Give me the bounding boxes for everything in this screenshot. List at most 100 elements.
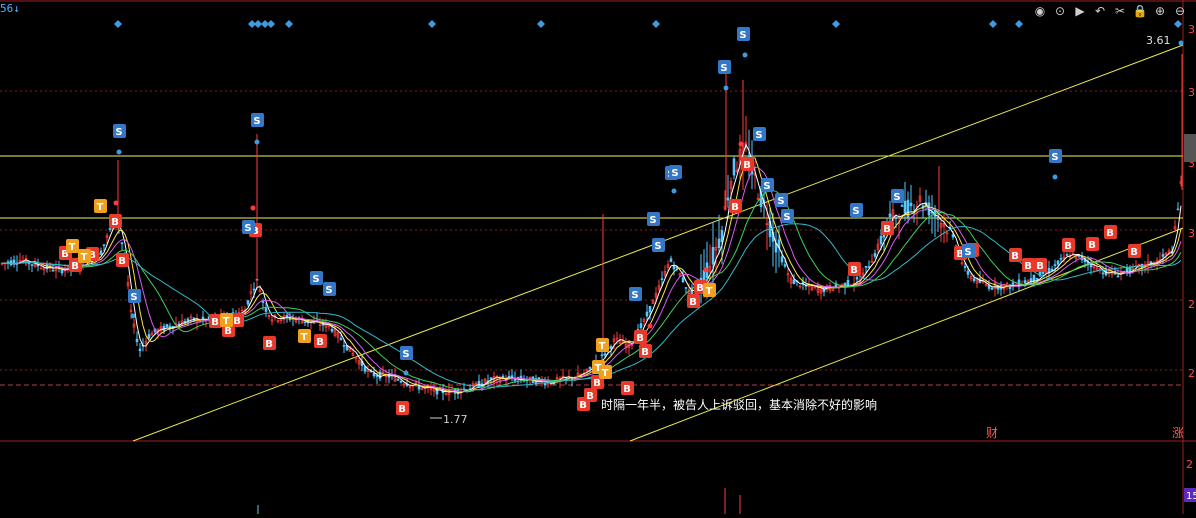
event-diamond[interactable] bbox=[989, 20, 997, 28]
candle-body bbox=[30, 264, 34, 266]
ma5-line bbox=[1, 143, 1182, 394]
candle-body bbox=[1029, 278, 1033, 282]
kline-canvas[interactable]: BBBBBBBBBBBBBBBBBBBBBBBBBBBBBBBBBSSSSSSS… bbox=[0, 0, 1196, 514]
sell-signal: S bbox=[777, 196, 784, 207]
candle-body bbox=[330, 328, 334, 332]
candle-body bbox=[108, 228, 112, 230]
candle-body bbox=[147, 334, 151, 339]
hold-signal: T bbox=[223, 316, 230, 327]
axis-scroll-highlight bbox=[1184, 134, 1196, 162]
sell-signal: S bbox=[312, 274, 319, 285]
signal-dot bbox=[647, 323, 653, 329]
candle-body bbox=[1065, 254, 1069, 256]
candle-body bbox=[669, 258, 673, 262]
moving-averages bbox=[1, 143, 1182, 394]
price-axis-label: 3 bbox=[1188, 86, 1195, 99]
play-icon[interactable]: ▶ bbox=[1072, 3, 1088, 19]
buy-signal: B bbox=[623, 384, 631, 395]
sell-signal: S bbox=[631, 290, 638, 301]
candle-body bbox=[285, 314, 289, 318]
candle-body bbox=[726, 197, 730, 201]
candlesticks bbox=[0, 54, 1183, 401]
buy-signal: B bbox=[1064, 241, 1072, 252]
candle-body bbox=[900, 205, 904, 207]
candle-body bbox=[1011, 282, 1015, 285]
candle-body bbox=[417, 385, 421, 390]
signal-dot bbox=[723, 85, 729, 91]
buy-signal: B bbox=[743, 160, 751, 171]
event-diamond[interactable] bbox=[428, 20, 436, 28]
price-axis-label: 2 bbox=[1188, 298, 1195, 311]
candle-body bbox=[1101, 272, 1105, 275]
sell-signal: S bbox=[115, 127, 122, 138]
current-price-label: 3.61 bbox=[1146, 34, 1171, 47]
undo-icon[interactable]: ↶ bbox=[1092, 3, 1108, 19]
signal-dot bbox=[254, 139, 260, 145]
candle-body bbox=[1056, 260, 1060, 265]
event-zhang-label[interactable]: 涨 bbox=[1172, 425, 1184, 440]
sell-signal: S bbox=[130, 292, 137, 303]
event-diamond[interactable] bbox=[1174, 20, 1182, 28]
chart-labels: 时隔一年半，被告人上诉驳回，基本消除不好的影响 1.77 3.61 财 涨 bbox=[443, 34, 1184, 440]
event-diamond[interactable] bbox=[832, 20, 840, 28]
event-diamond[interactable] bbox=[254, 20, 262, 28]
buy-signal: B bbox=[1024, 261, 1032, 272]
signal-dot bbox=[250, 205, 256, 211]
buy-signal: B bbox=[1130, 247, 1138, 258]
candle-body bbox=[639, 323, 643, 329]
buy-signal: B bbox=[696, 283, 704, 294]
candle-body bbox=[894, 217, 898, 220]
buy-signal: B bbox=[593, 378, 601, 389]
candle-body bbox=[600, 354, 604, 357]
sell-signal: S bbox=[253, 116, 260, 127]
stock-chart[interactable]: BBBBBBBBBBBBBBBBBBBBBBBBBBBBBBBBBSSSSSSS… bbox=[0, 0, 1196, 514]
buy-signal: B bbox=[211, 317, 219, 328]
signal-dot bbox=[130, 313, 136, 319]
buy-signal: B bbox=[850, 265, 858, 276]
lock-icon[interactable]: 🔒 bbox=[1132, 3, 1148, 19]
event-diamond[interactable] bbox=[267, 20, 275, 28]
volume-panel bbox=[257, 488, 741, 514]
event-diamond[interactable] bbox=[1015, 20, 1023, 28]
buy-signal: B bbox=[641, 347, 649, 358]
candle-body bbox=[717, 238, 721, 249]
candle-body bbox=[963, 266, 967, 268]
event-diamond[interactable] bbox=[652, 20, 660, 28]
zoom-in-icon[interactable]: ⊕ bbox=[1152, 3, 1168, 19]
event-diamond[interactable] bbox=[114, 20, 122, 28]
signal-dot bbox=[403, 370, 409, 376]
candle-body bbox=[672, 265, 676, 270]
tools-icon[interactable]: ✂ bbox=[1112, 3, 1128, 19]
candle-body bbox=[879, 235, 883, 245]
sell-signal: S bbox=[763, 181, 770, 192]
event-cai-label[interactable]: 财 bbox=[986, 426, 998, 440]
candle-body bbox=[9, 260, 13, 266]
candle-body bbox=[720, 230, 724, 242]
review-icon[interactable]: ⊙ bbox=[1052, 3, 1068, 19]
sell-signal: S bbox=[649, 215, 656, 226]
candle-body bbox=[252, 288, 256, 291]
candle-body bbox=[342, 345, 346, 347]
eye-icon[interactable]: ◉ bbox=[1032, 3, 1048, 19]
buy-signal: B bbox=[1011, 251, 1019, 262]
candle-body bbox=[1053, 264, 1057, 266]
candle-body bbox=[339, 337, 343, 341]
buy-signal: B bbox=[883, 224, 891, 235]
candle-body bbox=[51, 269, 55, 272]
candle-body bbox=[609, 346, 613, 350]
event-diamond[interactable] bbox=[537, 20, 545, 28]
horizontal-reference-lines[interactable] bbox=[0, 155, 1183, 219]
buy-signal: B bbox=[636, 333, 644, 344]
candle-body bbox=[966, 270, 970, 275]
event-markers[interactable] bbox=[114, 20, 1182, 28]
candle-body bbox=[681, 277, 685, 283]
candle-body bbox=[1023, 280, 1027, 284]
candle-body bbox=[732, 158, 736, 176]
candle-body bbox=[1035, 277, 1039, 280]
candle-body bbox=[135, 338, 139, 343]
signal-dot bbox=[742, 52, 748, 58]
zoom-out-icon[interactable]: ⊖ bbox=[1172, 3, 1188, 19]
candle-body bbox=[888, 213, 892, 217]
event-diamond[interactable] bbox=[285, 20, 293, 28]
buy-signal: B bbox=[118, 256, 126, 267]
